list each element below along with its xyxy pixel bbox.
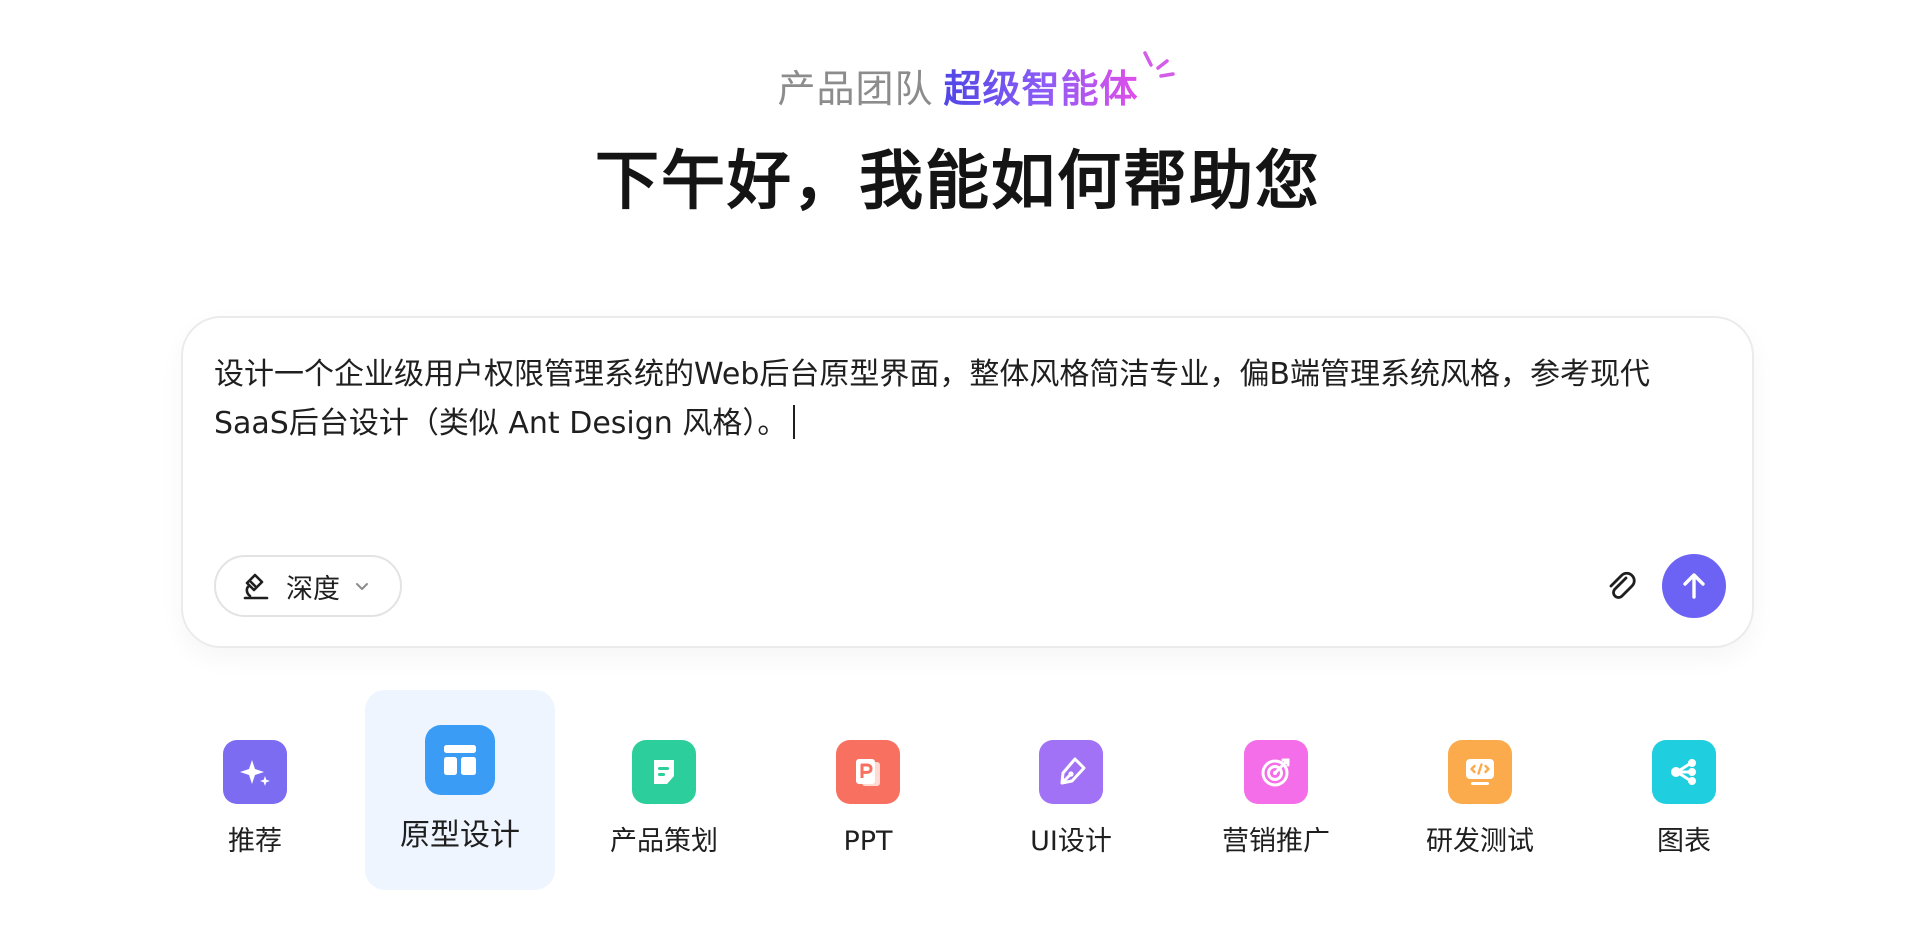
text-caret xyxy=(793,405,796,439)
category-bar: 推荐 原型设计 产品策划 PPT UI设计 营销推广 研发测试 图表 xyxy=(0,690,1916,890)
category-label: 原型设计 xyxy=(400,818,520,853)
category-recommend[interactable]: 推荐 xyxy=(160,690,350,890)
category-dev-testing-tile xyxy=(1448,740,1512,804)
category-charts-tile xyxy=(1652,740,1716,804)
category-label: 图表 xyxy=(1657,826,1711,857)
category-ui-design[interactable]: UI设计 xyxy=(976,690,1166,890)
prompt-text: 设计一个企业级用户权限管理系统的Web后台原型界面，整体风格简洁专业，偏B端管理… xyxy=(214,357,1650,441)
category-recommend-tile xyxy=(223,740,287,804)
document-icon xyxy=(654,760,674,784)
attach-button[interactable] xyxy=(1599,564,1643,608)
category-dev-testing[interactable]: 研发测试 xyxy=(1385,690,1575,890)
category-label: UI设计 xyxy=(1030,826,1112,857)
category-charts[interactable]: 图表 xyxy=(1589,690,1779,890)
target-icon xyxy=(1261,758,1290,787)
category-prototype-design-tile xyxy=(425,725,495,795)
sparkles-icon xyxy=(240,760,270,786)
category-ppt-tile xyxy=(836,740,900,804)
category-prototype-design[interactable]: 原型设计 xyxy=(365,690,555,890)
layout-icon xyxy=(444,745,476,775)
category-product-planning[interactable]: 产品策划 xyxy=(569,690,759,890)
brand-highlight: 超级智能体 xyxy=(943,51,1175,115)
greeting-title: 下午好，我能如何帮助您 xyxy=(595,145,1321,219)
pen-nib-icon xyxy=(1060,757,1086,785)
category-label: 推荐 xyxy=(228,826,282,857)
category-marketing[interactable]: 营销推广 xyxy=(1181,690,1371,890)
brand-prefix: 产品团队 xyxy=(777,67,934,111)
category-label: PPT xyxy=(843,826,893,857)
category-ui-design-tile xyxy=(1039,740,1103,804)
brand-line: 产品团队 超级智能体 xyxy=(0,51,1916,115)
brand-highlight-text: 超级智能体 xyxy=(943,67,1139,111)
send-button[interactable] xyxy=(1662,554,1726,618)
sparkle-icon xyxy=(1142,51,1175,78)
category-product-planning-tile xyxy=(632,740,696,804)
category-ppt[interactable]: PPT xyxy=(773,690,963,890)
category-label: 研发测试 xyxy=(1426,826,1534,857)
prompt-input[interactable]: 设计一个企业级用户权限管理系统的Web后台原型界面，整体风格简洁专业，偏B端管理… xyxy=(214,350,1714,448)
category-marketing-tile xyxy=(1244,740,1308,804)
prompt-composer: 设计一个企业级用户权限管理系统的Web后台原型界面，整体风格简洁专业，偏B端管理… xyxy=(181,316,1754,648)
paperclip-icon xyxy=(1609,571,1636,599)
mode-selector[interactable]: 深度 xyxy=(214,555,402,617)
code-icon xyxy=(1466,759,1494,785)
share-nodes-icon xyxy=(1671,759,1696,785)
arrow-up-icon xyxy=(1683,573,1705,599)
chevron-down-icon xyxy=(356,583,368,590)
home-page: 产品团队 超级智能体 下午好，我能如何帮助您 设计一个企业级用户权限管理系统的We… xyxy=(0,0,1916,950)
category-label: 产品策划 xyxy=(610,826,718,857)
microscope-icon xyxy=(243,573,269,600)
ppt-icon xyxy=(856,759,880,786)
mode-label: 深度 xyxy=(286,573,340,605)
category-label: 营销推广 xyxy=(1222,826,1330,857)
